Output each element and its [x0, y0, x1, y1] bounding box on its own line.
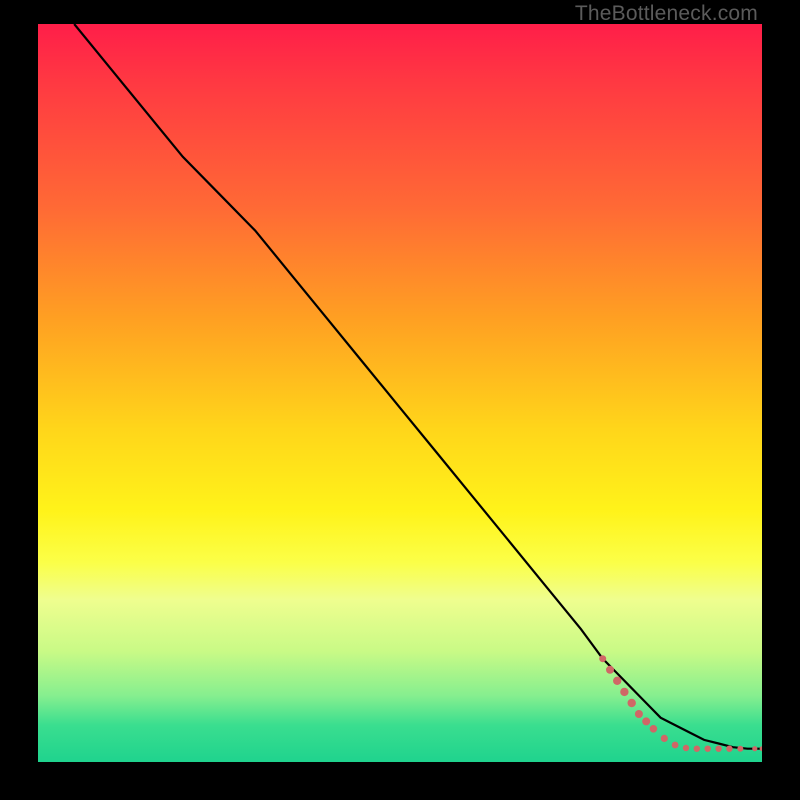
marker-point [613, 677, 621, 685]
marker-group [599, 655, 762, 752]
marker-point [672, 742, 679, 749]
marker-point [737, 746, 743, 752]
marker-point [760, 746, 762, 751]
marker-point [752, 746, 757, 751]
chart-overlay [38, 24, 762, 762]
attribution-watermark: TheBottleneck.com [575, 2, 758, 26]
marker-point [683, 745, 689, 751]
marker-point [642, 717, 650, 725]
marker-point [635, 710, 643, 718]
marker-point [599, 655, 606, 662]
marker-point [606, 666, 614, 674]
marker-point [628, 699, 636, 707]
marker-point [715, 746, 721, 752]
marker-point [705, 746, 711, 752]
plot-area [38, 24, 762, 762]
bottleneck-curve [74, 24, 762, 749]
marker-point [650, 725, 658, 733]
marker-point [726, 746, 732, 752]
marker-point [694, 746, 700, 752]
marker-point [661, 735, 668, 742]
marker-point [620, 688, 628, 696]
chart-stage: TheBottleneck.com [0, 0, 800, 800]
